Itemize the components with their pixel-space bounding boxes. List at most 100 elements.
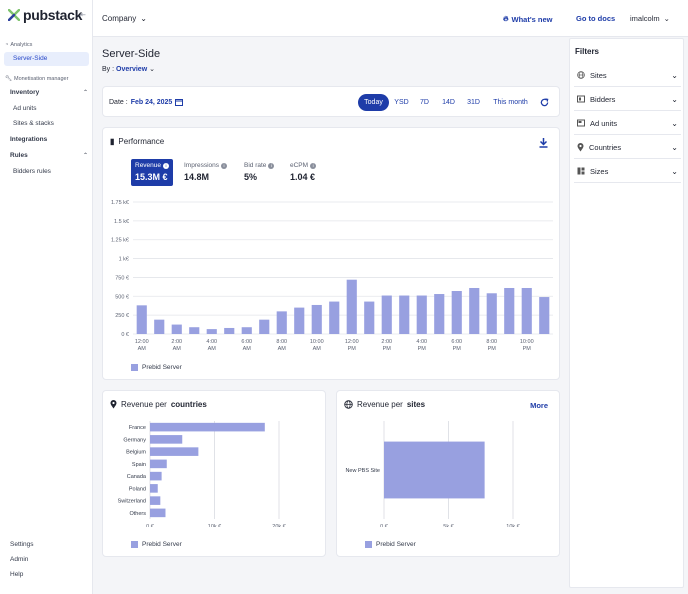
x-tick-label: 10:00 — [310, 339, 324, 345]
more-sites-link[interactable]: More — [530, 401, 548, 410]
sidebar-item-admin[interactable]: Admin — [10, 556, 28, 563]
go-to-docs-link[interactable]: Go to docs — [576, 14, 615, 23]
metric-impressions[interactable]: Impressions i 14.8M — [184, 159, 234, 186]
view-selector[interactable]: By : Overview ⌄ — [102, 65, 155, 73]
download-icon[interactable] — [539, 138, 548, 148]
bar[interactable] — [150, 459, 167, 469]
sidebar-group-rules[interactable]: Rules ⌃ — [10, 152, 88, 159]
bar[interactable] — [294, 307, 305, 334]
bar[interactable] — [259, 319, 270, 334]
bar[interactable] — [384, 441, 485, 499]
bar[interactable] — [241, 327, 252, 334]
bar[interactable] — [136, 305, 147, 334]
bar[interactable] — [150, 496, 161, 505]
date-value: Feb 24, 2025 — [130, 98, 173, 106]
brand-logo[interactable]: pubstack — [8, 7, 82, 23]
bar[interactable] — [521, 287, 532, 334]
category-label: Switzerland — [118, 499, 146, 505]
globe-icon — [344, 400, 353, 409]
bar[interactable] — [154, 319, 165, 334]
whats-new-button[interactable]: 🔥︎ What's new — [503, 14, 552, 24]
bar[interactable] — [469, 287, 480, 334]
sidebar-item-bidders-rules[interactable]: Bidders rules — [13, 168, 51, 175]
bar[interactable] — [224, 327, 235, 334]
bar[interactable] — [434, 294, 445, 334]
metric-revenue[interactable]: Revenue i 15.3M € — [131, 159, 173, 186]
filter-label: Sizes — [590, 166, 609, 176]
sidebar-item-ad-units[interactable]: Ad units — [13, 105, 37, 112]
bar[interactable] — [539, 297, 550, 334]
performance-card: ▮ Performance Revenue i 15.3M € Impressio… — [102, 127, 560, 380]
range-today-button[interactable]: Today — [358, 94, 389, 111]
filter-sites[interactable]: Sites ⌄ — [574, 64, 681, 87]
sidebar-item-integrations[interactable]: Integrations — [10, 136, 88, 143]
x-tick-label: 2:00 — [381, 339, 392, 345]
date-picker[interactable]: Date : Feb 24, 2025 — [109, 98, 184, 106]
performance-legend: Prebid Server — [131, 364, 182, 371]
bar[interactable] — [504, 287, 515, 334]
sidebar-item-settings[interactable]: Settings — [10, 541, 34, 548]
range-ysd-button[interactable]: YSD — [392, 94, 411, 111]
bar[interactable] — [381, 295, 392, 334]
metric-label: eCPM — [290, 162, 309, 169]
bar[interactable] — [150, 471, 162, 481]
x-tick-label: 6:00 — [241, 339, 252, 345]
filter-bidders[interactable]: Bidders ⌄ — [574, 88, 681, 111]
date-label: Date : — [109, 98, 128, 106]
range-31d-button[interactable]: 31D — [464, 94, 483, 111]
company-selector[interactable]: Company ⌄ — [102, 14, 147, 23]
bar[interactable] — [329, 301, 340, 334]
bar[interactable] — [346, 279, 357, 334]
range-7d-button[interactable]: 7D — [416, 94, 433, 111]
bar[interactable] — [150, 422, 265, 432]
chevron-down-icon: ⌄ — [671, 166, 678, 176]
filter-countries[interactable]: Countries ⌄ — [574, 136, 681, 159]
chevron-down-icon: ⌄ — [149, 66, 155, 73]
metric-value: 5% — [244, 172, 258, 182]
card-title-bold: sites — [406, 400, 426, 409]
metric-ecpm[interactable]: eCPM i 1.04 € — [290, 159, 330, 186]
sidebar-item-server-side[interactable]: Server-Side — [4, 52, 89, 66]
bar[interactable] — [150, 447, 199, 456]
legend-swatch — [365, 541, 372, 548]
performance-title-text: Performance — [118, 137, 165, 146]
filters-panel: Filters Sites ⌄ Bidders ⌄ Ad units ⌄ Cou… — [569, 38, 684, 588]
filter-sizes[interactable]: Sizes ⌄ — [574, 160, 681, 183]
chevron-down-icon: ⌄ — [140, 14, 147, 23]
legend-label: Prebid Server — [142, 364, 182, 371]
user-menu[interactable]: imalcolm ⌄ — [630, 14, 670, 23]
bar[interactable] — [364, 301, 375, 334]
range-14d-button[interactable]: 14D — [439, 94, 458, 111]
bar[interactable] — [416, 295, 427, 334]
bar[interactable] — [276, 311, 287, 334]
range-this-month-button[interactable]: This month — [489, 94, 532, 111]
bar[interactable] — [150, 484, 158, 493]
bar[interactable] — [311, 304, 322, 334]
bar[interactable] — [150, 435, 183, 444]
x-tick-label: PM — [523, 346, 532, 352]
sidebar-group-inventory[interactable]: Inventory ⌃ — [10, 89, 88, 96]
sidebar-item-help[interactable]: Help — [10, 571, 23, 578]
revenue-per-countries-card: Revenue per countries 0 € 10k € 20k € France… — [102, 390, 326, 557]
bar[interactable] — [206, 329, 217, 334]
refresh-icon[interactable] — [540, 98, 549, 107]
sidebar-item-label: Server-Side — [13, 55, 48, 62]
bar[interactable] — [171, 324, 182, 334]
bar[interactable] — [399, 295, 410, 334]
bar[interactable] — [189, 327, 200, 334]
metric-label: Bid rate — [244, 162, 267, 169]
sidebar-item-sites-stacks[interactable]: Sites & stacks — [13, 120, 54, 127]
x-tick-label: PM — [488, 346, 497, 352]
category-label: Belgium — [126, 450, 146, 456]
chevron-down-icon: ⌄ — [671, 94, 678, 104]
metric-bid-rate[interactable]: Bid rate i 5% — [244, 159, 284, 186]
bar[interactable] — [451, 291, 462, 334]
filter-ad-units[interactable]: Ad units ⌄ — [574, 112, 681, 135]
y-tick-label: 1.5 k€ — [114, 219, 129, 225]
collapse-sidebar-icon[interactable]: ⇤ — [80, 11, 86, 19]
x-tick-label: 10:00 — [520, 339, 534, 345]
pubstack-logo-icon — [8, 9, 20, 21]
bar[interactable] — [150, 508, 166, 518]
bar[interactable] — [486, 293, 497, 334]
x-tick-label: AM — [138, 346, 147, 352]
